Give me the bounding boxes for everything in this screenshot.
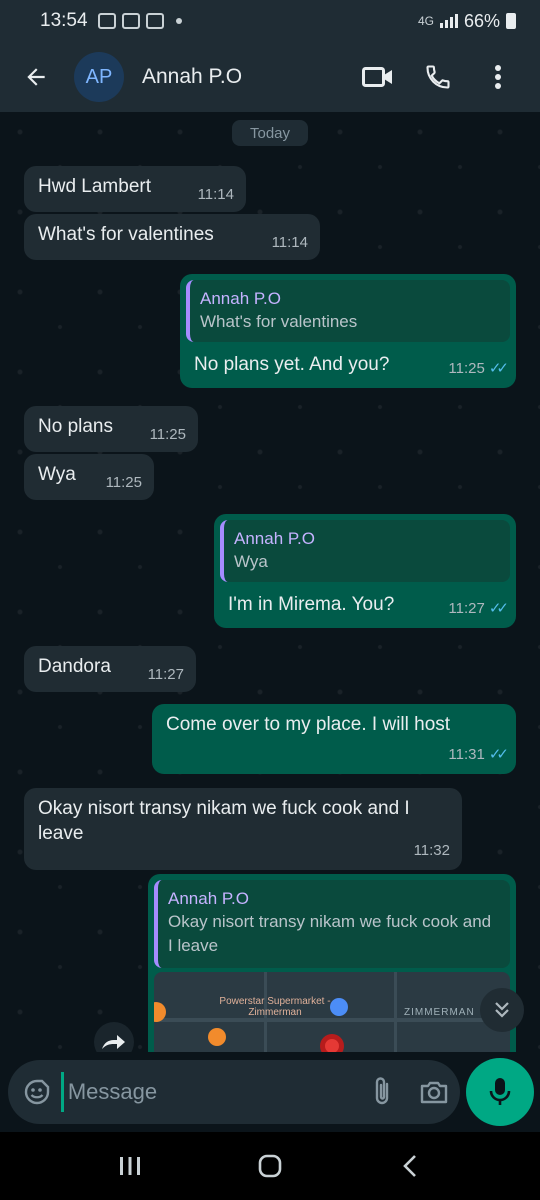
food-pin-icon [208,1028,226,1046]
message-text: Okay nisort transy nikam we fuck cook an… [38,798,410,844]
double-chevron-down-icon [495,1002,509,1018]
gmail-icon [121,13,140,29]
message-outgoing[interactable]: Annah P.O Okay nisort transy nikam we fu… [148,874,516,1052]
signal-icon [439,14,458,28]
quote-text: What's for valentines [200,312,358,331]
quote-text: Okay nisort transy nikam we fuck cook an… [168,912,492,955]
more-vert-icon [495,65,501,89]
battery-icon [506,13,516,29]
message-incoming[interactable]: No plans 11:25 [24,406,198,452]
location-map[interactable]: Powerstar Supermarket - Zimmerman ZIMMER… [154,972,510,1052]
chevron-left-icon [403,1155,416,1177]
message-time: 11:25 [448,360,485,377]
chat-area[interactable]: Today Hwd Lambert 11:14 What's for valen… [0,112,540,1052]
read-ticks-icon: ✓✓ [488,360,509,377]
quote-text: Wya [234,552,268,571]
video-call-icon [362,67,392,87]
composer [0,1052,540,1132]
map-area-label: ZIMMERMAN [404,1007,475,1018]
status-right: 4G 66% [418,11,516,32]
quoted-message[interactable]: Annah P.O What's for valentines [186,280,510,342]
system-nav-bar [0,1132,540,1200]
message-time: 11:31 [448,746,485,763]
video-call-button[interactable] [348,49,408,105]
message-text: Wya [38,464,76,485]
paperclip-icon [375,1077,389,1105]
message-incoming[interactable]: Wya 11:25 [24,454,154,500]
message-text: What's for valentines [38,224,214,245]
message-outgoing[interactable]: Come over to my place. I will host 11:31… [152,704,516,774]
avatar[interactable]: AP [74,52,124,102]
emoji-icon [25,1079,50,1105]
message-text: Come over to my place. I will host [166,714,451,735]
message-input[interactable] [60,1072,356,1112]
message-input-bar [8,1060,460,1124]
message-incoming[interactable]: Hwd Lambert 11:14 [24,166,246,212]
back-button[interactable] [8,49,64,105]
message-time: 11:14 [197,186,234,203]
message-text: Hwd Lambert [38,176,151,197]
notification-icon [97,13,116,29]
quoted-message[interactable]: Annah P.O Wya [220,520,510,582]
voice-message-button[interactable] [466,1058,534,1126]
message-outgoing[interactable]: Annah P.O What's for valentines No plans… [180,274,516,388]
message-outgoing[interactable]: Annah P.O Wya I'm in Mirema. You? 11:27 … [214,514,516,628]
forward-icon [102,1035,125,1049]
message-time: 11:25 [105,474,142,491]
battery-percent: 66% [463,10,500,31]
chat-header: AP Annah P.O [0,42,540,112]
scroll-to-bottom-button[interactable] [480,988,524,1032]
home-icon [258,1154,282,1178]
emoji-button[interactable] [14,1065,61,1119]
arrow-left-icon [27,68,45,86]
recents-icon [120,1157,140,1175]
more-options-button[interactable] [468,49,528,105]
quote-author: Annah P.O [200,289,281,308]
message-time-group: 11:25 ✓✓ [448,356,509,381]
voice-call-button[interactable] [408,49,468,105]
store-pin-icon [330,998,348,1016]
status-time: 13:54 [40,10,88,31]
quote-author: Annah P.O [168,889,249,908]
network-label: 4G [417,14,434,28]
quoted-message[interactable]: Annah P.O Okay nisort transy nikam we fu… [154,880,510,968]
message-time: 11:25 [149,426,186,443]
map-road [394,972,397,1052]
message-text: No plans yet. And you? [194,354,390,375]
message-time-group: 11:31 ✓✓ [448,742,509,767]
camera-icon [420,1081,448,1104]
camera-button[interactable] [408,1065,460,1119]
message-time: 11:14 [271,234,308,251]
read-ticks-icon: ✓✓ [488,746,509,763]
notification-icon [145,13,164,29]
phone-icon [426,65,450,89]
message-incoming[interactable]: What's for valentines 11:14 [24,214,320,260]
message-text: No plans [38,416,113,437]
home-button[interactable] [240,1141,300,1191]
status-bar: 13:54 4G 66% [0,0,540,42]
message-time: 11:27 [448,600,485,617]
read-ticks-icon: ✓✓ [488,600,509,617]
date-chip: Today [232,120,308,146]
recents-button[interactable] [100,1141,160,1191]
attach-button[interactable] [356,1065,408,1119]
mic-icon [489,1078,511,1105]
message-incoming[interactable]: Dandora 11:27 [24,646,196,692]
message-text: I'm in Mirema. You? [228,594,395,615]
message-time-group: 11:27 ✓✓ [448,596,509,621]
message-text: Dandora [38,656,111,677]
more-notifications-icon [175,18,182,24]
contact-name[interactable]: Annah P.O [142,65,242,89]
location-pin-icon [320,1034,344,1052]
message-time: 11:32 [413,842,450,859]
message-incoming[interactable]: Okay nisort transy nikam we fuck cook an… [24,788,462,870]
back-nav-button[interactable] [380,1141,440,1191]
message-time: 11:27 [147,666,184,683]
header-actions [348,49,528,105]
quote-author: Annah P.O [234,529,315,548]
map-place-label: Powerstar Supermarket - Zimmerman [219,996,331,1018]
